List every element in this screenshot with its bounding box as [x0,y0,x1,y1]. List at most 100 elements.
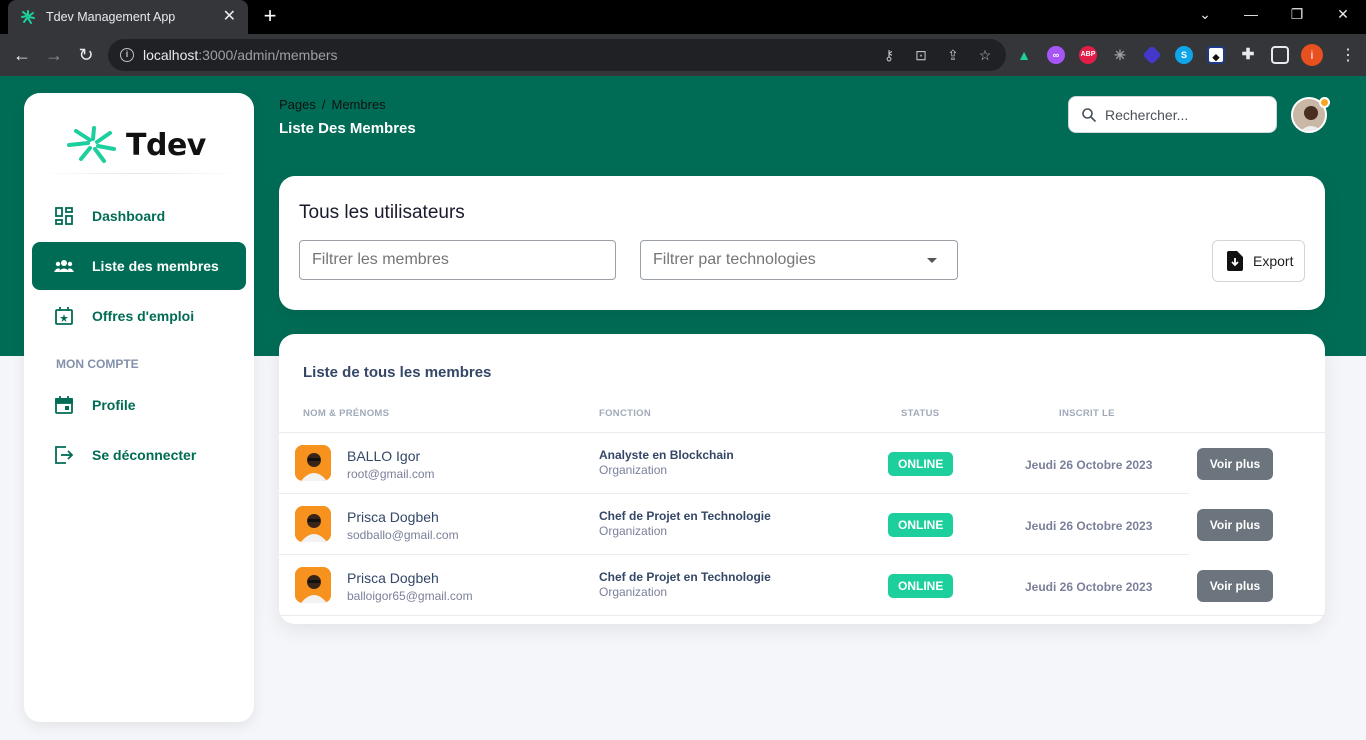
window-close-icon[interactable]: ✕ [1333,6,1353,23]
key-icon[interactable]: ⚷ [880,46,898,64]
member-photo [295,506,331,542]
diamond-extension-icon[interactable] [1142,45,1162,65]
restore-icon[interactable]: ❐ [1287,6,1307,23]
url-host: localhost [143,47,199,63]
member-function: Chef de Projet en Technologie [599,509,771,523]
nuxt-extension-icon[interactable]: ▲ [1015,46,1033,64]
browser-toolbar: ← → ↻ i localhost:3000/admin/members ⚷ ⊡… [0,34,1366,76]
search-input[interactable] [1105,106,1265,123]
tdev-favicon-icon [21,10,35,24]
calendar-icon [55,396,73,414]
browser-profile-avatar[interactable]: i [1301,44,1323,66]
breadcrumb-separator: / [321,97,326,112]
sidebar-item-profile[interactable]: Profile [32,381,246,429]
member-avatar [295,445,331,481]
breadcrumb-current: Membres [331,97,386,112]
minimize-icon[interactable]: — [1241,6,1261,22]
sidebar-item-jobs[interactable]: Offres d'emploi [32,292,246,340]
filters-card: Tous les utilisateurs Filtrer par techno… [279,176,1325,310]
filter-technologies-placeholder: Filtrer par technologies [653,251,816,268]
export-label: Export [1253,253,1294,269]
logout-icon [55,446,74,464]
chevron-down-icon[interactable]: ⌄ [1195,6,1215,23]
bug-extension-icon[interactable]: ✳ [1111,46,1129,64]
member-date: Jeudi 26 Octobre 2023 [1025,458,1153,472]
filter-technologies-select[interactable]: Filtrer par technologies [640,240,958,280]
adblock-icon[interactable]: ABP [1079,46,1097,64]
member-avatar [295,506,331,542]
star-icon[interactable]: ☆ [976,46,994,64]
section-title-account: MON COMPTE [56,357,139,371]
back-icon[interactable]: ← [12,45,32,65]
sidebar: Tdev Dashboard Liste des membres Offres … [24,93,254,722]
view-more-button[interactable]: Voir plus [1197,570,1273,602]
member-name: Prisca Dogbeh [347,570,439,586]
status-badge: ONLINE [888,574,954,598]
forward-icon[interactable]: → [44,45,64,65]
table-row: Prisca Dogbeh sodballo@gmail.com Chef de… [279,494,1325,555]
menu-kebab-icon[interactable]: ⋮ [1340,45,1356,65]
notification-dot [1319,97,1330,108]
table-row: Prisca Dogbeh balloigor65@gmail.com Chef… [279,555,1325,616]
member-date: Jeudi 26 Octobre 2023 [1025,580,1153,594]
tdev-logo-icon [67,126,116,163]
dashboard-icon [55,207,73,225]
table-row: BALLO Igor root@gmail.com Analyste en Bl… [279,433,1325,494]
extension-purple-icon[interactable]: ∞ [1047,46,1065,64]
caret-down-icon [927,257,937,263]
users-icon [54,260,74,272]
calendar-star-icon [55,307,73,325]
member-function: Analyste en Blockchain [599,448,734,462]
column-header-date: INSCRIT LE [1059,408,1115,419]
member-name: BALLO Igor [347,448,421,464]
sidebar-item-label: Liste des membres [92,258,219,274]
logo-text: Tdev [126,127,206,163]
extension-box-icon[interactable]: ◆ [1207,46,1225,64]
filter-members-input[interactable] [299,240,616,280]
share-icon[interactable]: ⇪ [944,46,962,64]
sidebar-item-dashboard[interactable]: Dashboard [32,192,246,240]
sidebar-item-label: Dashboard [92,208,166,224]
member-date: Jeudi 26 Octobre 2023 [1025,519,1153,533]
view-more-button[interactable]: Voir plus [1197,448,1273,480]
column-header-status: STATUS [901,408,940,419]
member-name: Prisca Dogbeh [347,509,439,525]
view-more-button[interactable]: Voir plus [1197,509,1273,541]
info-icon[interactable]: i [120,48,134,62]
export-button[interactable]: Export [1212,240,1305,282]
member-email: root@gmail.com [347,467,435,481]
new-tab-icon[interactable]: + [258,4,282,28]
member-function: Chef de Projet en Technologie [599,570,771,584]
puzzle-icon[interactable]: ✚ [1239,46,1257,64]
search-box[interactable] [1068,96,1277,133]
column-header-function: FONCTION [599,408,652,419]
address-bar[interactable]: i localhost:3000/admin/members ⚷ ⊡ ⇪ ☆ [108,39,1006,71]
members-card-title: Liste de tous les membres [303,364,492,381]
member-email: sodballo@gmail.com [347,528,459,542]
filters-card-title: Tous les utilisateurs [299,202,465,223]
translate-icon[interactable]: ⊡ [912,46,930,64]
breadcrumb-root[interactable]: Pages [279,97,316,112]
sidebar-item-label: Offres d'emploi [92,308,195,324]
sidebar-item-logout[interactable]: Se déconnecter [32,431,246,479]
reload-icon[interactable]: ↻ [76,45,96,65]
browser-tab[interactable]: Tdev Management App ✕ [8,0,248,34]
member-organization: Organization [599,524,668,538]
row-divider [279,615,1325,616]
browser-tabbar: Tdev Management App ✕ + ⌄ — ❐ ✕ [0,0,1366,34]
logo[interactable]: Tdev [66,125,206,165]
logo-divider [40,173,238,174]
breadcrumb: Pages / Membres [279,97,386,112]
url-path: :3000/admin/members [198,47,338,63]
member-organization: Organization [599,463,668,477]
tab-title: Tdev Management App [46,10,176,24]
member-photo [295,445,331,481]
member-photo [295,567,331,603]
file-download-icon [1227,251,1243,271]
shazam-extension-icon[interactable]: S [1175,46,1193,64]
sidepanel-icon[interactable] [1271,46,1289,64]
sidebar-item-members[interactable]: Liste des membres [32,242,246,290]
sidebar-item-label: Se déconnecter [92,447,197,463]
column-header-name: NOM & PRÉNOMS [303,408,390,419]
tab-close-icon[interactable]: ✕ [223,9,236,25]
